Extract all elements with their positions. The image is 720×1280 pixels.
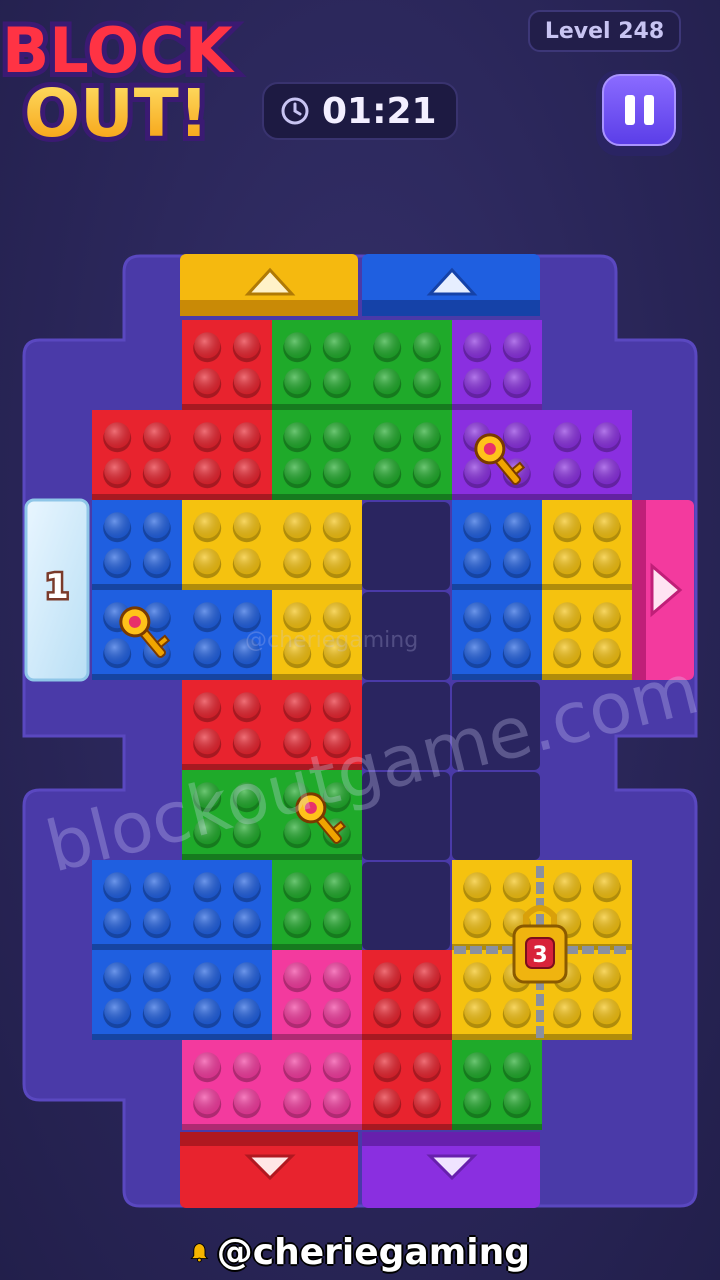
game-board: 1 3 bbox=[22, 254, 698, 1208]
exit-right-pink[interactable] bbox=[632, 500, 694, 680]
red-horizontal-piece[interactable] bbox=[182, 680, 362, 770]
yellow-vertical-piece[interactable] bbox=[542, 500, 632, 680]
blue-vertical-piece[interactable] bbox=[452, 500, 542, 680]
exit-bottom-purple[interactable] bbox=[362, 1132, 540, 1208]
ice-block[interactable]: 1 bbox=[24, 498, 90, 682]
lock-counter: 3 bbox=[532, 943, 547, 968]
green-piece[interactable] bbox=[272, 320, 452, 500]
exit-top-yellow[interactable] bbox=[180, 254, 358, 316]
exit-top-blue[interactable] bbox=[362, 254, 540, 316]
green-small-piece[interactable] bbox=[452, 1040, 542, 1130]
red-vertical-piece[interactable] bbox=[362, 950, 452, 1130]
exit-bottom-red[interactable] bbox=[180, 1132, 358, 1208]
bell-icon bbox=[190, 1243, 209, 1263]
ice-counter: 1 bbox=[45, 567, 69, 607]
blue-square-piece[interactable] bbox=[92, 860, 272, 1040]
handle-text: @cheriegaming bbox=[216, 1231, 530, 1273]
creator-handle: @cheriegaming bbox=[190, 1224, 530, 1280]
